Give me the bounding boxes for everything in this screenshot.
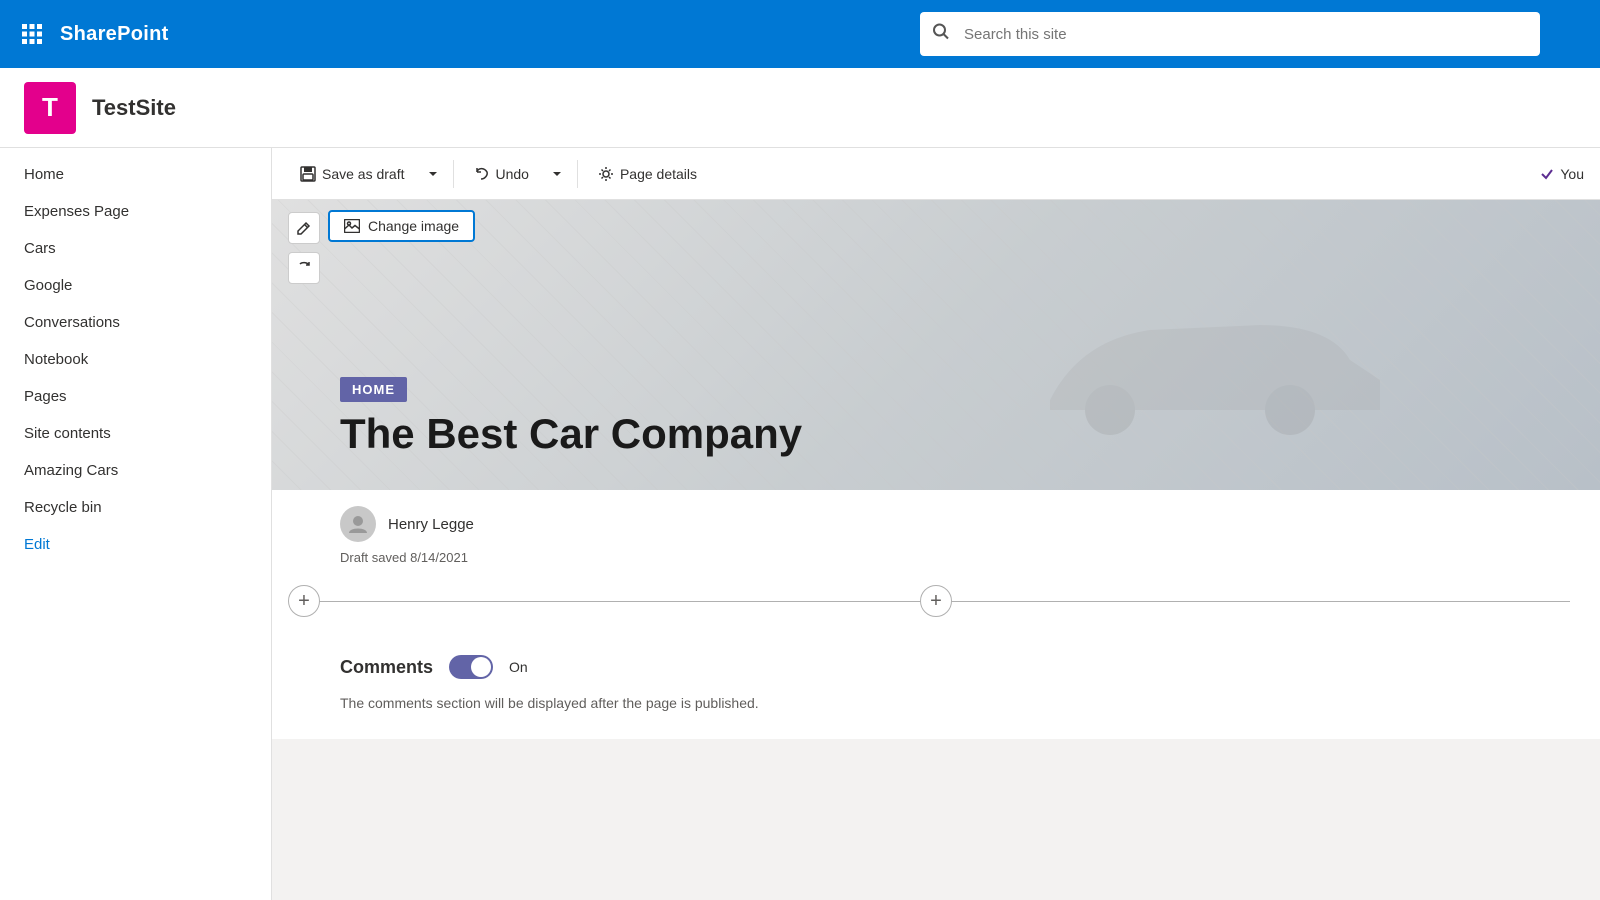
- site-logo[interactable]: T: [24, 82, 76, 134]
- page-details-label: Page details: [620, 166, 697, 182]
- rotate-icon: [297, 261, 311, 275]
- main-layout: Home Expenses Page Cars Google Conversat…: [0, 148, 1600, 900]
- image-icon: [344, 219, 360, 233]
- sidebar-item-conversations[interactable]: Conversations: [0, 304, 271, 341]
- page-wrapper: Change image HOME The Best Car Company: [272, 200, 1600, 739]
- sidebar-item-google[interactable]: Google: [0, 267, 271, 304]
- toolbar-divider-2: [577, 160, 578, 188]
- undo-dropdown[interactable]: [545, 156, 569, 192]
- sidebar-item-recycle-bin[interactable]: Recycle bin: [0, 489, 271, 526]
- change-image-label: Change image: [368, 218, 459, 234]
- top-navigation-bar: SharePoint: [0, 0, 1600, 68]
- toolbar-divider-1: [453, 160, 454, 188]
- comments-section: Comments On The comments section will be…: [272, 627, 1600, 739]
- save-draft-button[interactable]: Save as draft: [288, 156, 417, 192]
- search-container: [920, 12, 1540, 56]
- avatar-icon: [347, 513, 369, 535]
- page-toolbar: Save as draft Undo: [272, 148, 1600, 200]
- add-section-button[interactable]: +: [288, 585, 320, 617]
- sidebar-item-site-contents[interactable]: Site contents: [0, 415, 271, 452]
- sidebar-item-home[interactable]: Home: [0, 156, 271, 193]
- add-content-button[interactable]: +: [920, 585, 952, 617]
- chevron-down-icon-2: [551, 168, 563, 180]
- save-draft-label: Save as draft: [322, 166, 405, 182]
- sidebar: Home Expenses Page Cars Google Conversat…: [0, 148, 272, 900]
- comments-toggle[interactable]: [449, 655, 493, 679]
- search-icon: [932, 23, 950, 46]
- comments-label: Comments: [340, 657, 433, 678]
- hero-edit-button[interactable]: [288, 212, 320, 244]
- save-icon: [300, 166, 316, 182]
- add-section-area: + +: [272, 577, 1600, 625]
- page-details-button[interactable]: Page details: [586, 156, 709, 192]
- change-image-button[interactable]: Change image: [328, 210, 475, 242]
- comments-info-text: The comments section will be displayed a…: [340, 695, 1532, 711]
- you-label: You: [1560, 166, 1584, 182]
- sidebar-item-notebook[interactable]: Notebook: [0, 341, 271, 378]
- undo-button[interactable]: Undo: [462, 156, 541, 192]
- page-title: The Best Car Company: [340, 410, 802, 458]
- sidebar-item-amazing-cars[interactable]: Amazing Cars: [0, 452, 271, 489]
- sidebar-item-expenses[interactable]: Expenses Page: [0, 193, 271, 230]
- hero-area: Change image HOME The Best Car Company: [272, 200, 1600, 490]
- undo-icon: [474, 166, 490, 182]
- toggle-knob: [471, 657, 491, 677]
- waffle-icon[interactable]: [16, 18, 48, 50]
- toggle-on-label: On: [509, 659, 528, 675]
- site-header: T TestSite: [0, 68, 1600, 148]
- hero-rotate-button[interactable]: [288, 252, 320, 284]
- content-area: Save as draft Undo: [272, 148, 1600, 900]
- search-input[interactable]: [920, 12, 1540, 56]
- author-name: Henry Legge: [388, 516, 474, 533]
- sidebar-item-pages[interactable]: Pages: [0, 378, 271, 415]
- undo-label: Undo: [496, 166, 529, 182]
- hero-car-decoration: [1000, 260, 1400, 460]
- pencil-icon: [297, 221, 311, 235]
- avatar: [340, 506, 376, 542]
- chevron-down-icon: [427, 168, 439, 180]
- gear-icon: [598, 166, 614, 182]
- sharepoint-brand: SharePoint: [60, 23, 169, 46]
- sidebar-item-cars[interactable]: Cars: [0, 230, 271, 267]
- sidebar-item-edit[interactable]: Edit: [0, 526, 271, 563]
- site-title: TestSite: [92, 95, 176, 121]
- draft-saved-text: Draft saved 8/14/2021: [272, 546, 1600, 577]
- save-draft-dropdown[interactable]: [421, 156, 445, 192]
- author-area: Henry Legge: [272, 490, 1600, 546]
- comments-header: Comments On: [340, 655, 1532, 679]
- checkmark-icon: [1540, 167, 1554, 181]
- home-badge: HOME: [340, 377, 407, 402]
